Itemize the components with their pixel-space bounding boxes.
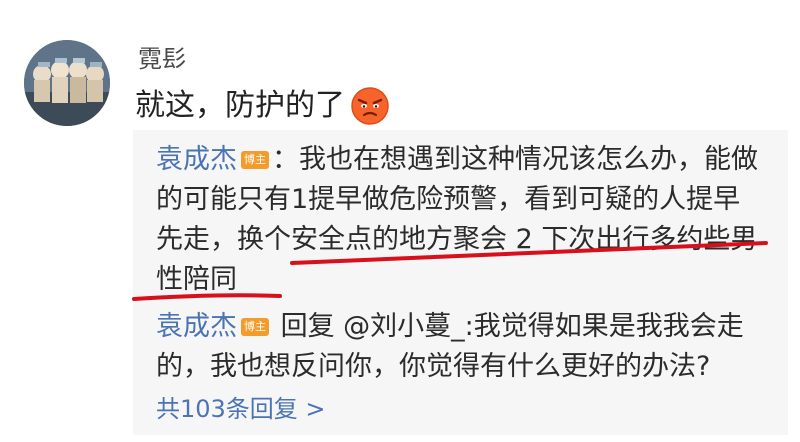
reply-text: 回复 @刘小蔓_:我觉得如果是我我会走 bbox=[272, 311, 744, 342]
comment-username[interactable]: 霓髟 bbox=[138, 44, 186, 74]
reply-line: 先走，换个安全点的地方聚会 2 下次出行多约些男 bbox=[156, 224, 758, 255]
reply-line: 袁成杰 博主 回复 @刘小蔓_:我觉得如果是我我会走 bbox=[156, 307, 776, 347]
reply-item-1: 袁成杰 博主 ：我也在想遇到这种情况该怎么办，能做 的可能只有1提早做危险预警，看到… bbox=[156, 140, 776, 300]
reply-line: 的，我也想反问你，你觉得有什么更好的办法? bbox=[156, 351, 711, 382]
blogger-badge: 博主 bbox=[241, 151, 269, 169]
reply-author-link[interactable]: 袁成杰 bbox=[156, 311, 237, 342]
reply-line: 性陪同 bbox=[156, 264, 237, 295]
avatar-image bbox=[24, 40, 110, 126]
reply-author-link[interactable]: 袁成杰 bbox=[156, 144, 237, 175]
comment-text: 就这，防护的了 bbox=[135, 88, 345, 123]
reply-item-2: 袁成杰 博主 回复 @刘小蔓_:我觉得如果是我我会走 的，我也想反问你，你觉得有什… bbox=[156, 307, 776, 387]
reply-text: ：我也在想遇到这种情况该怎么办，能做 bbox=[272, 144, 758, 175]
comment-body: 就这，防护的了 bbox=[135, 85, 391, 127]
reply-line: 的可能只有1提早做危险预警，看到可疑的人提早 bbox=[156, 184, 741, 215]
weibo-comment-screenshot: 霓髟 就这，防护的了 袁成杰 博主 ：我也在想遇到这种情况该怎么办，能做 的可能只有… bbox=[0, 0, 800, 442]
reply-line: 袁成杰 博主 ：我也在想遇到这种情况该怎么办，能做 bbox=[156, 140, 776, 180]
user-avatar[interactable] bbox=[24, 40, 110, 126]
angry-face-emoji-icon bbox=[349, 85, 391, 127]
blogger-badge: 博主 bbox=[241, 318, 269, 336]
view-more-replies-link[interactable]: 共103条回复 > bbox=[156, 392, 326, 426]
